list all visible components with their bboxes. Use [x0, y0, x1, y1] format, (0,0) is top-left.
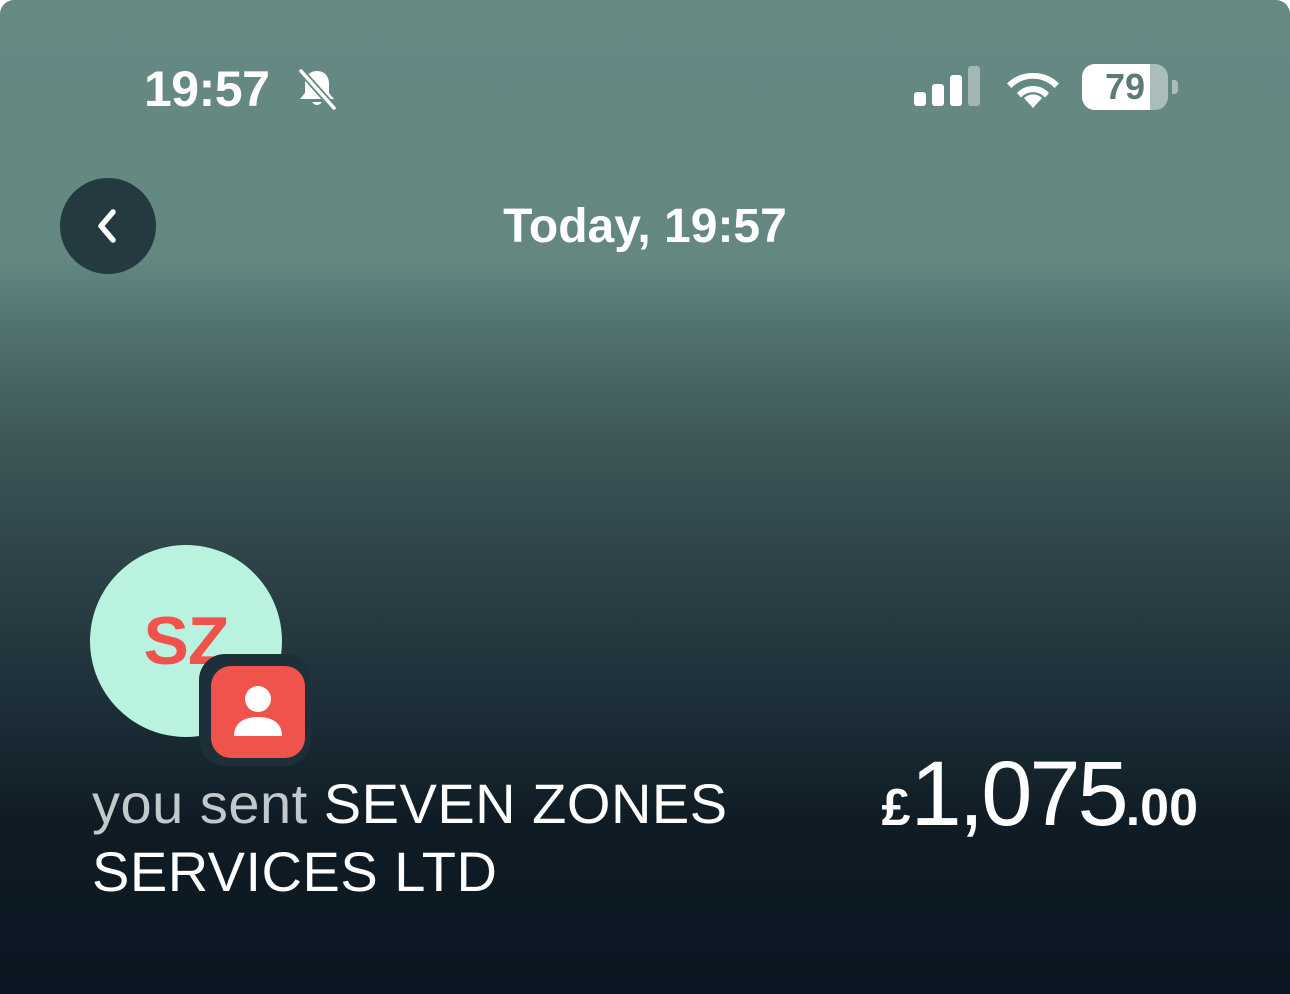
- battery-level: 79: [1104, 66, 1146, 107]
- amount-currency: £: [881, 779, 911, 837]
- transaction-amount: £1,075.00: [882, 742, 1198, 847]
- transaction-description: you sent SEVEN ZONES SERVICES LTD: [92, 770, 812, 906]
- transaction-detail-screen: 19:57 79 Today, 19:57 SZ you sent SEVEN …: [0, 0, 1290, 994]
- battery-nub: [1172, 80, 1178, 94]
- battery-body: 79: [1082, 64, 1168, 110]
- cellular-signal-icon: [914, 66, 980, 106]
- bell-slash-icon: [297, 67, 338, 112]
- person-icon: [234, 686, 282, 736]
- contact-badge: [211, 666, 305, 758]
- amount-main: 1,075: [910, 743, 1128, 845]
- amount-minor: .00: [1125, 779, 1198, 837]
- battery-icon: 79: [1082, 64, 1180, 110]
- transaction-direction: you sent: [92, 772, 308, 835]
- page-title: Today, 19:57: [503, 200, 787, 253]
- wifi-icon: [1007, 72, 1059, 108]
- status-time: 19:57: [144, 61, 270, 117]
